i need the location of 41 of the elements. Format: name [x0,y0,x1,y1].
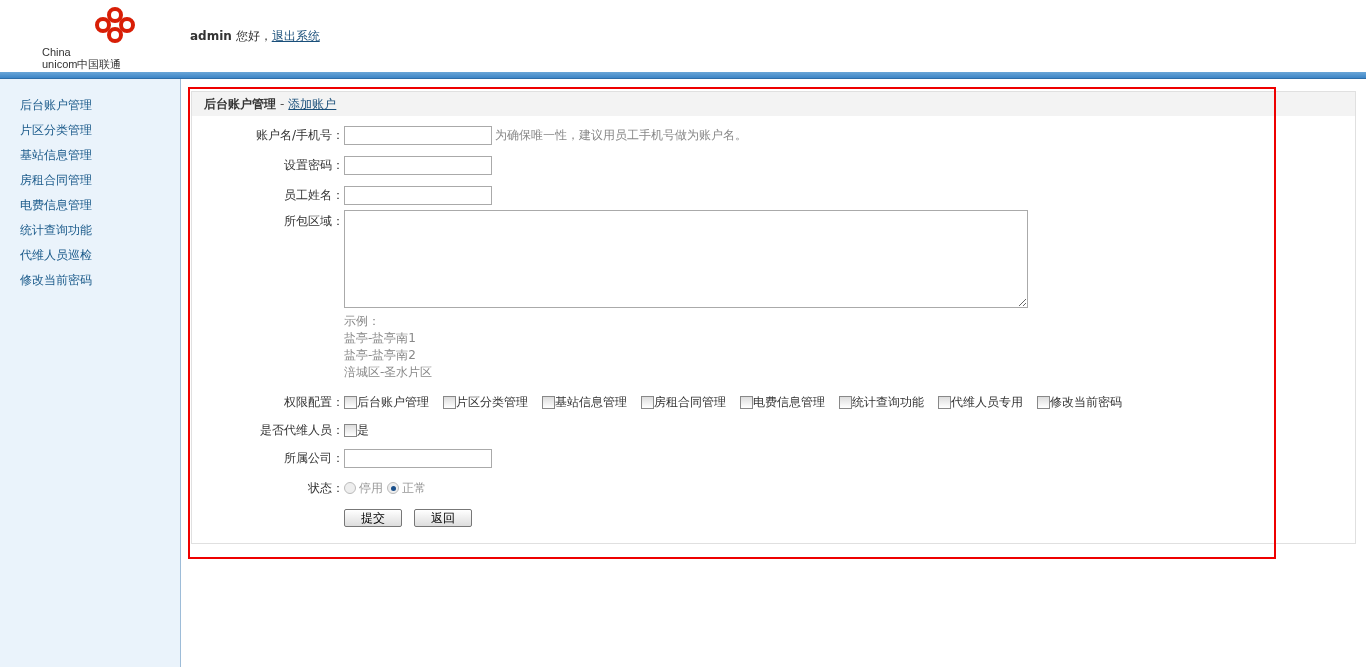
field-label: 权限配置： [283,393,344,411]
permission-checkbox[interactable]: 后台账户管理 [344,393,429,411]
hint-text: 为确保唯一性，建议用员工手机号做为账户名。 [495,126,747,144]
permission-checkbox[interactable]: 片区分类管理 [443,393,528,411]
greeting-text: admin 您好， [190,27,272,45]
sidebar-item[interactable]: 代维人员巡检 [0,243,180,268]
logout-link[interactable]: 退出系统 [271,27,320,45]
field-label: 是否代维人员： [259,421,344,439]
back-button[interactable]: 返回 [414,509,472,527]
permission-checkbox[interactable]: 电费信息管理 [740,393,825,411]
sidebar-item[interactable]: 房租合同管理 [0,168,180,193]
field-label: 所属公司： [283,449,344,467]
panel-title: 后台账户管理 [204,95,276,113]
field-label: 所包区域： [283,213,344,230]
permission-checkbox[interactable]: 代维人员专用 [938,393,1023,411]
permission-checkbox[interactable]: 统计查询功能 [839,393,924,411]
radio-label: 停用 [359,479,383,497]
logo-text: China [42,46,72,58]
radio-label: 正常 [402,479,426,497]
sidebar-item[interactable]: 片区分类管理 [0,118,180,143]
sidebar-item[interactable]: 修改当前密码 [0,268,180,293]
field-label: 员工姓名： [283,186,344,204]
field-label: 账户名/手机号： [254,126,344,144]
permission-checkbox[interactable]: 是 [344,421,369,439]
permission-checkbox[interactable]: 基站信息管理 [542,393,627,411]
permission-checkbox[interactable]: 修改当前密码 [1037,393,1122,411]
logo-text: unicom中国联通 [42,58,122,70]
add-account-link[interactable]: 添加账户 [288,95,337,113]
sidebar-item[interactable]: 统计查询功能 [0,218,180,243]
submit-button[interactable]: 提交 [344,509,402,527]
field-label: 状态： [307,479,344,497]
example-text: 盐亭-盐亭南2 [344,347,417,364]
permission-checkbox[interactable]: 房租合同管理 [641,393,726,411]
separator-text: - [280,97,285,111]
sidebar-item[interactable]: 基站信息管理 [0,143,180,168]
example-text: 涪城区-圣水片区 [344,364,434,381]
sidebar-item[interactable]: 电费信息管理 [0,193,180,218]
example-text: 盐亭-盐亭南1 [344,330,417,347]
field-label: 设置密码： [283,156,344,174]
example-text: 示例： [344,313,381,330]
sidebar-item[interactable]: 后台账户管理 [0,93,180,118]
